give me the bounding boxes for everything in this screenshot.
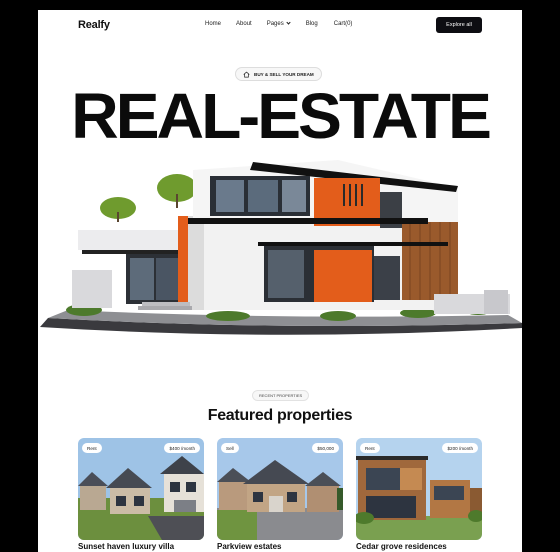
hero-title: REAL-ESTATE [71,80,492,152]
property-photo [217,438,343,540]
home-icon [243,71,250,77]
property-photo [78,438,204,540]
hero-badge-label: BUY & SELL YOUR DREAM [254,71,314,77]
property-card[interactable]: Sell $50,000 [217,438,343,540]
brand-logo[interactable]: Realfy [78,19,110,31]
main-menu: Home About Pages Blog Cart(0) [205,20,353,27]
property-name[interactable]: Sunset haven luxury villa [78,542,174,551]
top-navbar: Realfy Home About Pages Blog Cart(0) Exp… [38,10,522,40]
nav-home-link[interactable]: Home [205,21,221,27]
hero-badge: BUY & SELL YOUR DREAM [235,67,322,81]
chevron-down-icon [286,20,291,25]
listing-type-badge: Rent [360,443,380,453]
nav-about-link[interactable]: About [236,21,252,27]
price-badge: $200 /month [442,443,478,453]
listing-type-badge: Sell [221,443,239,453]
property-name[interactable]: Parkview estates [217,542,282,551]
price-badge: $50,000 [312,443,339,453]
nav-cart-link[interactable]: Cart(0) [334,21,353,27]
section-title: Featured properties [207,407,353,424]
property-photo [356,438,482,540]
property-card[interactable]: Rent $400 /month [78,438,204,540]
explore-all-button[interactable]: Explore all [436,17,482,33]
property-card[interactable]: Rent $200 /month [356,438,482,540]
nav-pages-dropdown[interactable]: Pages [266,20,291,27]
hero-house-image [40,160,522,335]
nav-blog-link[interactable]: Blog [306,21,318,27]
listing-type-badge: Rent [82,443,102,453]
section-badge: RECENT PROPERTIES [252,390,310,401]
page: Realfy Home About Pages Blog Cart(0) Exp… [38,10,522,552]
nav-pages-label: Pages [266,21,284,27]
price-badge: $400 /month [164,443,200,453]
property-name[interactable]: Cedar grove residences [356,542,447,551]
